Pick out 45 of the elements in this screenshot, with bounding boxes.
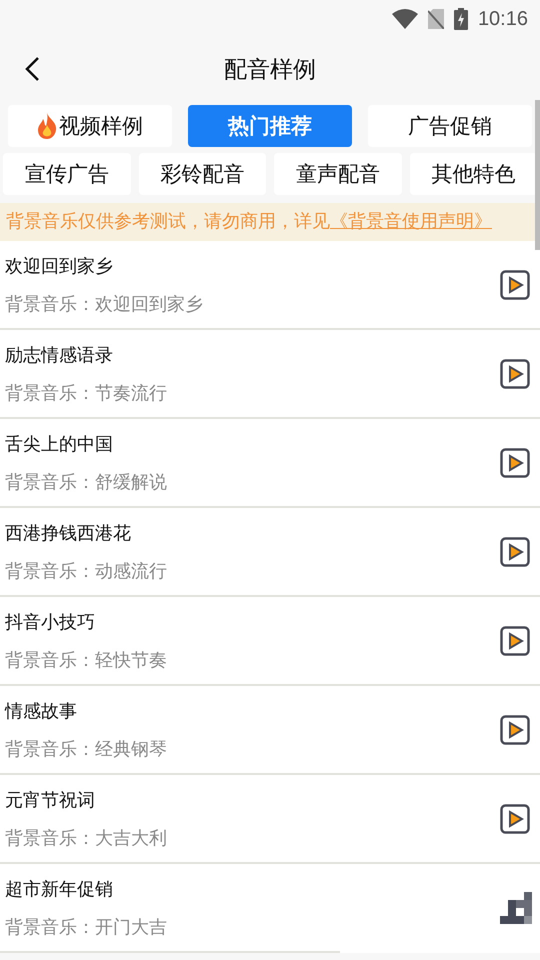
background-music: 背景音乐：动感流行 (5, 560, 168, 582)
sample-row[interactable]: 元宵节祝词 背景音乐：大吉大利 (0, 775, 540, 864)
sample-row[interactable]: 欢迎回到家乡 背景音乐：欢迎回到家乡 (0, 241, 540, 330)
sample-title: 元宵节祝词 (5, 788, 96, 812)
notice-text: 背景音乐仅供参考测试，请勿商用，详见 (6, 211, 330, 232)
category-tab[interactable]: 童声配音 (274, 153, 402, 195)
background-music: 背景音乐：欢迎回到家乡 (5, 292, 204, 316)
sample-row[interactable]: 励志情感语录 背景音乐：节奏流行 (0, 330, 540, 419)
clock: 10:16 (478, 8, 528, 30)
wifi-icon (392, 9, 418, 29)
sample-title: 西港挣钱西港花 (5, 522, 132, 544)
no-sim-icon (428, 9, 444, 29)
background-music: 背景音乐：轻快节奏 (5, 648, 168, 672)
play-button[interactable] (500, 446, 532, 478)
category-tab[interactable]: 广告促销 (368, 105, 532, 147)
sample-row[interactable]: 西港挣钱西港花 背景音乐：动感流行 (0, 508, 540, 597)
sample-title: 抖音小技巧 (5, 610, 96, 634)
sample-row[interactable]: 舌尖上的中国 背景音乐：舒缓解说 (0, 419, 540, 508)
battery-charging-icon (454, 8, 468, 30)
category-tab[interactable]: 其他特色 (410, 153, 537, 195)
sample-title: 舌尖上的中国 (5, 432, 114, 456)
background-music: 背景音乐：大吉大利 (5, 826, 168, 850)
background-music: 背景音乐：舒缓解说 (5, 470, 168, 494)
sample-title: 超市新年促销 (5, 878, 114, 900)
background-music: 背景音乐：节奏流行 (5, 382, 168, 404)
sample-title: 欢迎回到家乡 (5, 254, 114, 278)
play-button[interactable] (500, 358, 532, 390)
background-music: 背景音乐：经典钢琴 (5, 738, 168, 760)
sample-row[interactable]: 抖音小技巧 背景音乐：轻快节奏 (0, 597, 540, 686)
play-button[interactable] (500, 268, 532, 300)
play-button[interactable] (500, 624, 532, 656)
category-tab[interactable]: 宣传广告 (3, 153, 130, 195)
play-button[interactable] (500, 714, 532, 746)
sample-title: 励志情感语录 (5, 344, 114, 366)
category-tab[interactable]: 彩铃配音 (138, 153, 266, 195)
loading-icon (500, 892, 532, 924)
category-tab[interactable]: 视频样例 (8, 105, 172, 147)
sample-row[interactable]: 超市新年促销 背景音乐：开门大吉 (0, 864, 540, 951)
sample-title: 情感故事 (5, 700, 78, 722)
page-title: 配音样例 (224, 56, 316, 84)
play-button[interactable] (500, 536, 532, 568)
sample-row[interactable]: 情感故事 背景音乐：经典钢琴 (0, 686, 540, 775)
play-button[interactable] (500, 802, 532, 834)
category-tab[interactable]: 热门推荐 (188, 105, 352, 147)
background-music: 背景音乐：开门大吉 (5, 916, 168, 938)
